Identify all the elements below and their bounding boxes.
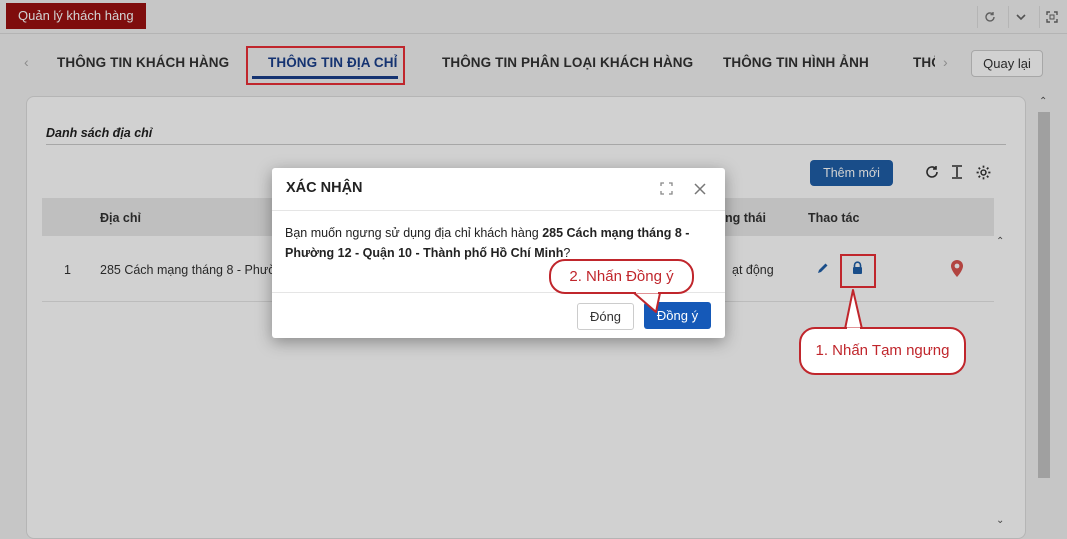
callout-pointer-joins bbox=[636, 290, 860, 331]
